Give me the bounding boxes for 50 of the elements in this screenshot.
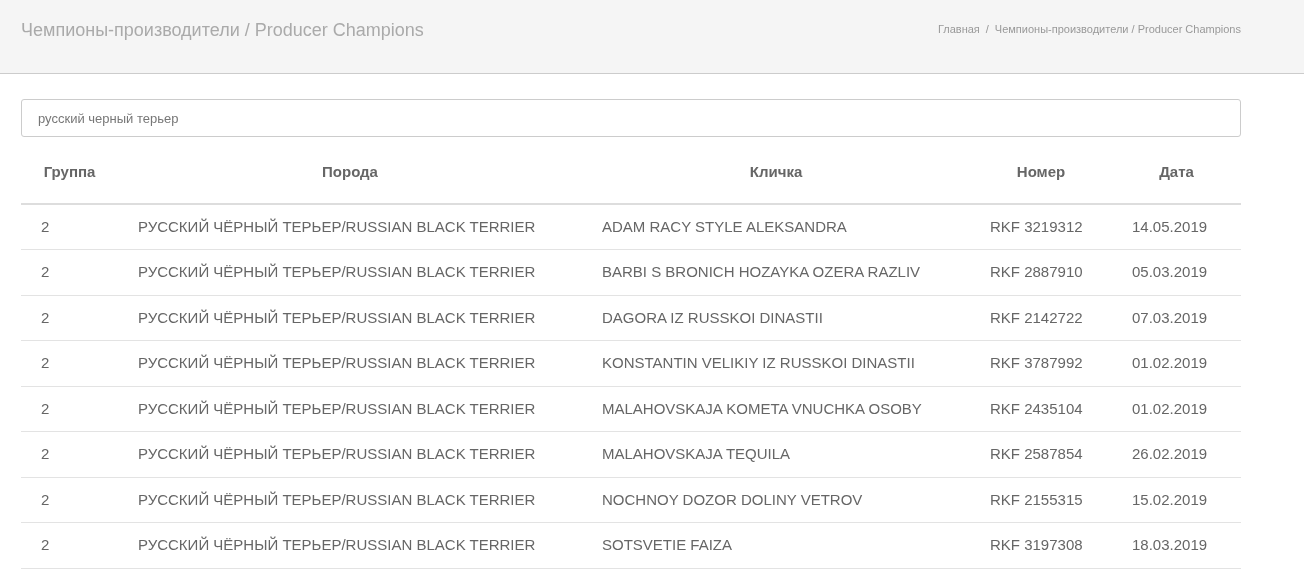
table-cell: 01.02.2019 [1112, 340, 1241, 386]
table-cell: RKF 2155315 [970, 477, 1112, 523]
table-cell: RKF 2142722 [970, 295, 1112, 341]
table-cell: РУССКИЙ ЧЁРНЫЙ ТЕРЬЕР/RUSSIAN BLACK TERRIER [118, 340, 582, 386]
table-cell: РУССКИЙ ЧЁРНЫЙ ТЕРЬЕР/RUSSIAN BLACK TERRIER [118, 431, 582, 477]
table-cell: RKF 3787992 [970, 340, 1112, 386]
table-cell: SOTSVETIE FAIZA [582, 522, 970, 568]
table-cell: ADAM RACY STYLE ALEKSANDRA [582, 204, 970, 250]
table-cell: RKF 3219312 [970, 204, 1112, 250]
column-header: Номер [970, 141, 1112, 204]
table-cell: 14.05.2019 [1112, 204, 1241, 250]
table-cell: 01.02.2019 [1112, 386, 1241, 432]
column-header: Группа [21, 141, 118, 204]
table-cell: 2 [21, 204, 118, 250]
table-cell: MALAHOVSKAJA TEQUILA [582, 431, 970, 477]
table-cell: DAGORA IZ RUSSKOI DINASTII [582, 295, 970, 341]
breadcrumb-link[interactable]: Главная [937, 21, 980, 38]
table-cell: 2 [21, 295, 118, 341]
search-field[interactable]: русский черный терьер [21, 99, 1241, 137]
table-cell: RKF 2887910 [970, 249, 1112, 295]
column-header: Кличка [582, 141, 970, 204]
table-cell: 05.03.2019 [1112, 249, 1241, 295]
table-cell: РУССКИЙ ЧЁРНЫЙ ТЕРЬЕР/RUSSIAN BLACK TERRIER [118, 204, 582, 250]
breadcrumb-link[interactable]: Чемпионы-производители / Producer Champions [994, 21, 1241, 38]
table-cell: 2 [21, 249, 118, 295]
table-cell: RKF 2435104 [970, 386, 1112, 432]
table-cell: 18.03.2019 [1112, 522, 1241, 568]
table-cell: KONSTANTIN VELIKIY IZ RUSSKOI DINASTII [582, 340, 970, 386]
table-cell: РУССКИЙ ЧЁРНЫЙ ТЕРЬЕР/RUSSIAN BLACK TERRIER [118, 295, 582, 341]
table-cell: РУССКИЙ ЧЁРНЫЙ ТЕРЬЕР/RUSSIAN BLACK TERRIER [118, 386, 582, 432]
table-cell: 26.02.2019 [1112, 431, 1241, 477]
table-cell: 2 [21, 386, 118, 432]
table-cell: RKF 3197308 [970, 522, 1112, 568]
table-cell: 2 [21, 340, 118, 386]
table-cell: РУССКИЙ ЧЁРНЫЙ ТЕРЬЕР/RUSSIAN BLACK TERRIER [118, 249, 582, 295]
table-cell: РУССКИЙ ЧЁРНЫЙ ТЕРЬЕР/RUSSIAN BLACK TERRIER [118, 477, 582, 523]
table-cell: 15.02.2019 [1112, 477, 1241, 523]
table-cell: RKF 2587854 [970, 431, 1112, 477]
table-cell: NOCHNOY DOZOR DOLINY VETROV [582, 477, 970, 523]
table-cell: 2 [21, 522, 118, 568]
table-cell: 07.03.2019 [1112, 295, 1241, 341]
table-cell: MALAHOVSKAJA KOMETA VNUCHKA OSOBY [582, 386, 970, 432]
column-header: Порода [118, 141, 582, 204]
table-cell: BARBI S BRONICH HOZAYKA OZERA RAZLIV [582, 249, 970, 295]
column-header: Дата [1112, 141, 1241, 204]
breadcrumb-separator: / [985, 22, 989, 38]
page-title: Чемпионы-производители / Producer Champions [21, 19, 424, 42]
table-cell: 2 [21, 431, 118, 477]
table-cell: 2 [21, 477, 118, 523]
table-cell: РУССКИЙ ЧЁРНЫЙ ТЕРЬЕР/RUSSIAN BLACK TERRIER [118, 522, 582, 568]
